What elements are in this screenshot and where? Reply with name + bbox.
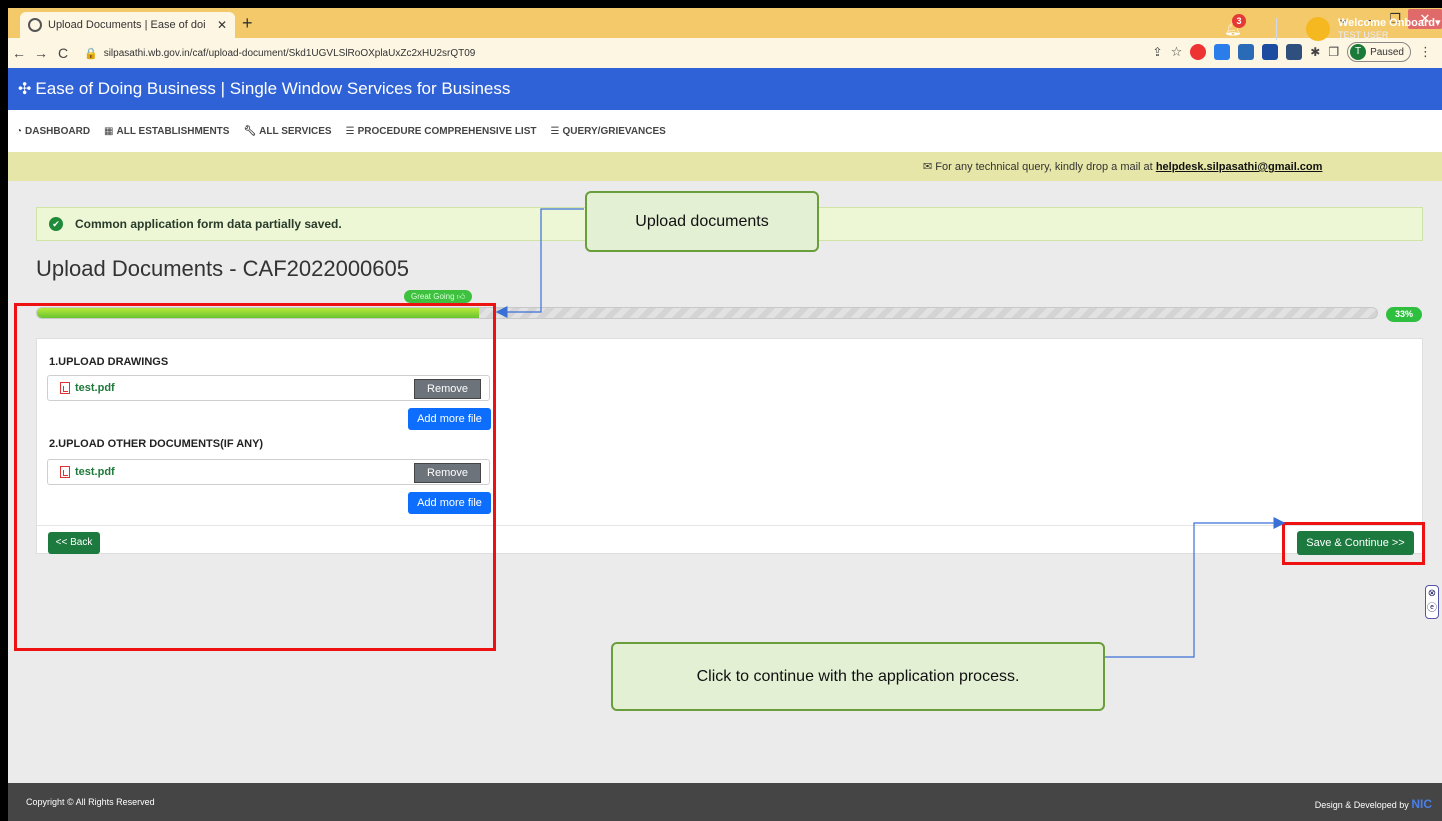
- design-credit: Design & Developed by NIC: [1314, 797, 1432, 811]
- nic-logo: NIC: [1411, 797, 1432, 811]
- callout-continue: Click to continue with the application p…: [611, 642, 1105, 711]
- arrow-to-upload-area: [495, 208, 584, 318]
- callout-upload-documents: Upload documents: [585, 191, 819, 252]
- copyright-text: Copyright © All Rights Reserved: [26, 797, 155, 807]
- arrow-to-save-button: [1104, 517, 1286, 658]
- page-footer: Copyright © All Rights Reserved Design &…: [8, 783, 1442, 821]
- browser-window: Upload Documents | Ease of doi ✕ + ⌄ – ❐…: [8, 8, 1442, 821]
